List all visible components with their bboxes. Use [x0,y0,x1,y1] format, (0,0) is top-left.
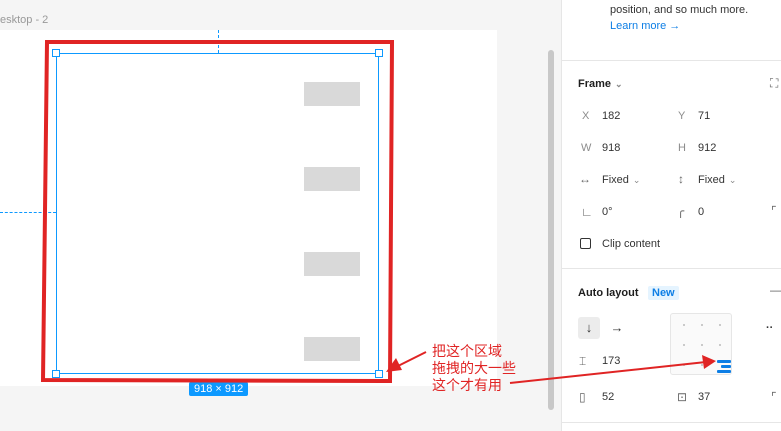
align-dot[interactable] [719,324,721,326]
chevron-down-icon: ⌄ [615,79,623,89]
corner-radius-icon: ╭ [677,204,685,218]
h-label: H [678,142,686,154]
auto-layout-title: Auto layout [578,287,639,299]
direction-horizontal-button[interactable]: → [606,317,628,339]
frame-title-text: Frame [578,78,612,90]
more-options-button[interactable]: ·· [766,322,773,334]
horizontal-resizing-icon: ↔ [579,172,591,186]
chevron-down-icon: ⌄ [632,175,641,185]
properties-panel: position, and so much more. Learn more →… [561,0,781,431]
align-dot[interactable] [719,344,721,346]
annotation-text: 把这个区域 拖拽的大一些 这个才有用 [432,343,516,393]
gap-input[interactable]: 173 [602,355,620,367]
chevron-down-icon: ⌄ [728,175,737,185]
vertical-scrollbar[interactable] [548,50,554,410]
dimension-badge: 918 × 912 [189,382,249,396]
horizontal-padding-input[interactable]: 52 [602,391,614,403]
align-dot[interactable] [701,324,703,326]
alignment-grid[interactable] [670,313,732,375]
remove-auto-layout-icon[interactable]: — [770,283,781,297]
align-dot[interactable] [683,344,685,346]
child-block-3[interactable] [304,252,360,276]
clip-content-checkbox[interactable] [580,238,591,249]
y-label: Y [678,110,686,122]
width-mode-select[interactable]: Fixed ⌄ [602,174,640,186]
new-badge: New [648,286,679,300]
width-input[interactable]: 918 [602,142,620,154]
horizontal-padding-icon: ▯ [579,390,586,404]
align-dot[interactable] [701,364,703,366]
resize-handle-top-right[interactable] [375,49,383,57]
height-input[interactable]: 912 [698,142,716,154]
resize-handle-top-left[interactable] [52,49,60,57]
auto-layout-tip-text: position, and so much more. [610,4,749,16]
align-dot[interactable] [683,364,685,366]
x-label: X [582,110,590,122]
align-selected-bar [717,360,731,363]
resize-handle-bottom-right[interactable] [375,370,383,378]
section-divider [562,60,781,61]
direction-vertical-button[interactable]: ↓ [578,317,600,339]
align-selected-bar [721,365,731,368]
height-mode-value: Fixed [698,174,725,186]
clip-content-label: Clip content [602,238,661,250]
spacing-guide-vertical [218,30,219,53]
align-dot[interactable] [701,344,703,346]
rotation-input[interactable]: 0° [602,206,613,218]
rotation-icon: ∟ [581,205,593,219]
w-label: W [581,142,592,154]
frame-name-label[interactable]: esktop - 2 [0,14,48,26]
child-block-4[interactable] [304,337,360,361]
vertical-gap-icon: ⌶ [579,354,587,368]
resize-to-fit-icon[interactable]: ⛶ [770,76,778,91]
align-dot[interactable] [683,324,685,326]
y-input[interactable]: 71 [698,110,710,122]
corner-radius-input[interactable]: 0 [698,206,704,218]
learn-more-link[interactable]: Learn more → [610,20,680,32]
resize-handle-bottom-left[interactable] [52,370,60,378]
section-divider [562,268,781,269]
height-mode-select[interactable]: Fixed ⌄ [698,174,736,186]
frame-section-title[interactable]: Frame ⌄ [578,78,623,90]
section-divider [562,422,781,423]
spacing-guide-horizontal [0,212,56,213]
width-mode-value: Fixed [602,174,629,186]
individual-padding-icon[interactable]: ⌜ [771,390,777,404]
vertical-resizing-icon: ↕ [678,172,684,186]
child-block-2[interactable] [304,167,360,191]
vertical-padding-input[interactable]: 37 [698,391,710,403]
x-input[interactable]: 182 [602,110,620,122]
vertical-padding-icon: ⊡ [677,390,688,404]
child-block-1[interactable] [304,82,360,106]
align-selected-bar [717,370,731,373]
independent-corners-icon[interactable]: ⌜ [771,204,777,218]
